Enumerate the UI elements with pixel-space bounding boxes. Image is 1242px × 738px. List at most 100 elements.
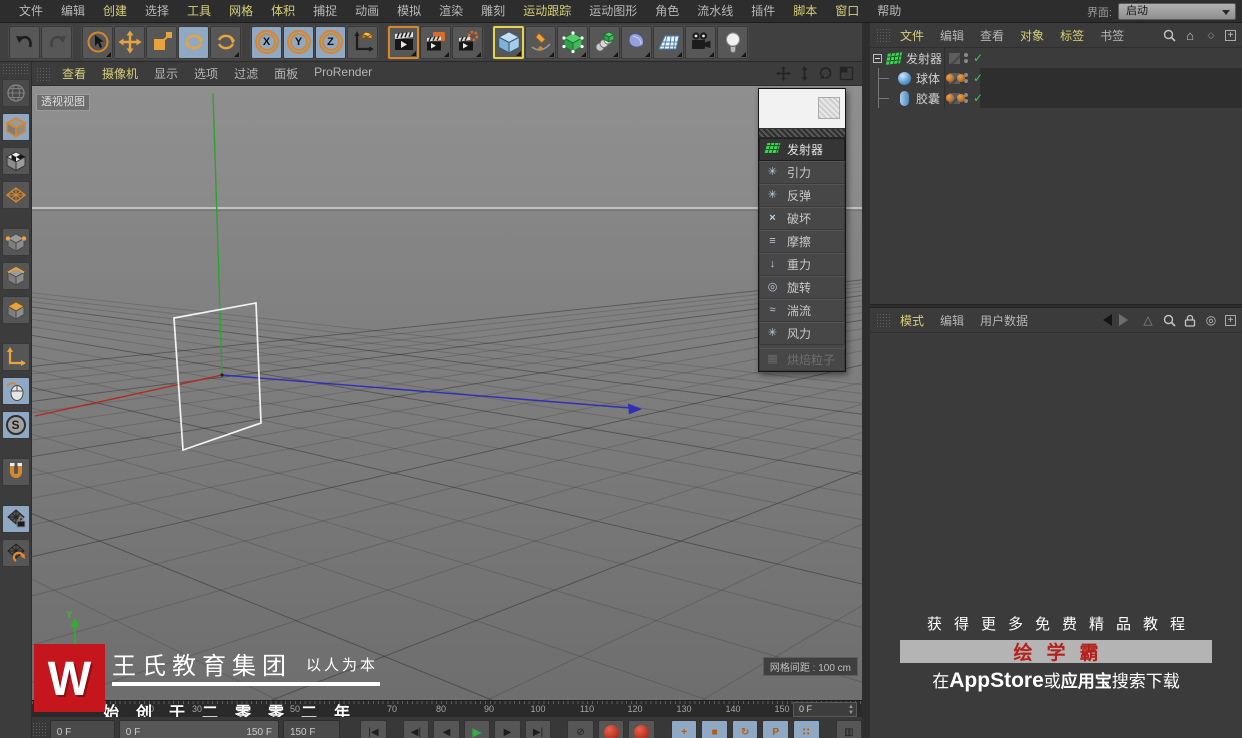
visibility-dots[interactable] — [964, 53, 968, 63]
viewport-3d-scene[interactable]: 透视视图 Y 网格间距 : 100 cm — [32, 86, 862, 700]
points-mode-button[interactable] — [1, 228, 30, 256]
record-keyframe-button[interactable] — [597, 720, 625, 738]
diamond-icon[interactable] — [1204, 28, 1218, 42]
menu-item[interactable]: 捕捉 — [304, 0, 346, 23]
coordinate-system-button[interactable] — [347, 25, 378, 59]
popup-menu-item[interactable]: 旋转 — [759, 276, 845, 299]
menu-item[interactable]: 动画 — [346, 0, 388, 23]
popup-menu-item[interactable]: 引力 — [759, 161, 845, 184]
object-manager-menu-item[interactable]: 标签 — [1052, 27, 1092, 44]
live-selection-button[interactable] — [82, 25, 113, 59]
menu-item[interactable]: 流水线 — [688, 0, 742, 23]
next-frame-button[interactable]: ▶ — [494, 720, 521, 738]
popup-menu-item[interactable]: 重力 — [759, 253, 845, 276]
subdivision-surface-button[interactable] — [557, 25, 588, 59]
object-name[interactable]: 胶囊 — [916, 90, 940, 107]
frame-range-slider[interactable]: 0 F 150 F — [118, 720, 279, 738]
goto-start-button[interactable]: |◀ — [360, 720, 387, 738]
tag-icons[interactable] — [946, 94, 966, 102]
camera-button[interactable] — [685, 25, 716, 59]
goto-end-button[interactable]: ▶| — [524, 720, 552, 738]
menu-item[interactable]: 渲染 — [430, 0, 472, 23]
viewport-pan-icon[interactable] — [775, 66, 791, 82]
menu-item[interactable]: 窗口 — [826, 0, 868, 23]
redo-button[interactable] — [41, 25, 72, 59]
object-manager-menu-item[interactable]: 文件 — [892, 27, 932, 44]
viewport-menu-item[interactable]: 显示 — [146, 65, 186, 82]
popup-menu-item[interactable]: 发射器 — [759, 138, 845, 161]
rail-drag-handle[interactable] — [2, 63, 29, 76]
viewport-menu-item[interactable]: 过滤 — [226, 65, 266, 82]
prev-key-button[interactable]: ◀| — [402, 720, 430, 738]
frame-spinner-arrows[interactable]: ▲ ▼ — [848, 704, 854, 716]
viewport-solo-button[interactable] — [1, 377, 30, 405]
undo-button[interactable] — [9, 25, 40, 59]
key-pla-toggle[interactable]: ∷ — [793, 720, 820, 738]
popup-menu-item[interactable]: 摩擦 — [759, 230, 845, 253]
make-editable-button[interactable] — [1, 79, 30, 107]
history-forward-icon[interactable] — [1119, 314, 1134, 326]
popup-menu-item[interactable]: 湍流 — [759, 299, 845, 322]
search-icon[interactable] — [1162, 313, 1176, 327]
add-panel-icon[interactable] — [1225, 29, 1236, 41]
search-icon[interactable] — [1162, 28, 1176, 42]
attribute-manager-menu-item[interactable]: 模式 — [892, 312, 932, 329]
model-mode-button[interactable] — [1, 113, 30, 141]
menu-item[interactable]: 创建 — [94, 0, 136, 23]
enable-axis-button[interactable] — [1, 343, 30, 371]
render-settings-button[interactable] — [420, 25, 451, 59]
viewport-drag-handle[interactable] — [36, 66, 50, 81]
key-parameter-toggle[interactable]: P — [762, 720, 790, 738]
object-manager-menu-item[interactable]: 查看 — [972, 27, 1012, 44]
array-generator-button[interactable] — [589, 25, 620, 59]
popup-menu-item[interactable]: 破坏 — [759, 207, 845, 230]
popup-menu-item[interactable]: 反弹 — [759, 184, 845, 207]
move-tool-button[interactable] — [114, 25, 145, 59]
x-axis-lock-button[interactable]: X — [251, 25, 282, 59]
object-manager-menu-item[interactable]: 编辑 — [932, 27, 972, 44]
autokey-button[interactable] — [628, 720, 655, 738]
magnet-snap-button[interactable] — [1, 458, 30, 486]
menu-item[interactable]: 工具 — [178, 0, 220, 23]
menu-item[interactable]: 雕刻 — [472, 0, 514, 23]
primitive-cube-button[interactable] — [493, 25, 524, 59]
tag-icons[interactable] — [946, 74, 966, 82]
menu-item[interactable]: 体积 — [262, 0, 304, 23]
floor-environment-button[interactable] — [653, 25, 684, 59]
menu-item[interactable]: 角色 — [646, 0, 688, 23]
add-panel-icon[interactable] — [1225, 314, 1236, 326]
attribute-manager-menu-item[interactable]: 用户数据 — [972, 312, 1036, 329]
object-manager-drag-handle[interactable] — [876, 28, 890, 42]
viewport-menu-item[interactable]: 面板 — [266, 65, 306, 82]
menu-item[interactable]: 编辑 — [52, 0, 94, 23]
viewport-maximize-icon[interactable] — [838, 66, 854, 82]
workplane-button[interactable] — [1, 181, 30, 209]
current-frame-field[interactable]: 0 F ▲ ▼ — [793, 702, 857, 717]
enable-snap-button[interactable]: S — [1, 411, 30, 439]
keyframe-record-off-button[interactable]: ⊘ — [567, 720, 594, 738]
range-end-field[interactable]: 150 F — [282, 720, 341, 738]
popup-menu-item[interactable]: 烘焙粒子 — [759, 348, 845, 371]
menu-item[interactable]: 运动跟踪 — [514, 0, 580, 23]
attribute-manager-drag-handle[interactable] — [876, 313, 890, 327]
object-row[interactable]: 球体 ✓ — [870, 68, 1242, 88]
key-rotation-toggle[interactable]: ↻ — [731, 720, 759, 738]
menu-item[interactable]: 网格 — [220, 0, 262, 23]
workplane-mode-button[interactable] — [1, 539, 30, 567]
polygons-mode-button[interactable] — [1, 296, 30, 324]
play-button[interactable]: ▶ — [463, 720, 491, 738]
z-axis-lock-button[interactable]: Z — [315, 25, 346, 59]
attribute-manager-menu-item[interactable]: 编辑 — [932, 312, 972, 329]
object-row[interactable]: 发射器 ✓ — [870, 48, 1242, 68]
lock-icon[interactable] — [1183, 313, 1197, 327]
range-start-field[interactable]: 0 F — [49, 720, 115, 738]
key-scale-toggle[interactable]: ■ — [701, 720, 728, 738]
rotate-tool-button[interactable] — [178, 25, 209, 59]
object-name[interactable]: 发射器 — [906, 50, 942, 67]
render-view-button[interactable] — [388, 25, 419, 59]
deformer-button[interactable] — [621, 25, 652, 59]
menu-item[interactable]: 帮助 — [868, 0, 910, 23]
layer-toggle[interactable] — [948, 51, 961, 65]
edges-mode-button[interactable] — [1, 262, 30, 290]
menu-item[interactable]: 插件 — [742, 0, 784, 23]
